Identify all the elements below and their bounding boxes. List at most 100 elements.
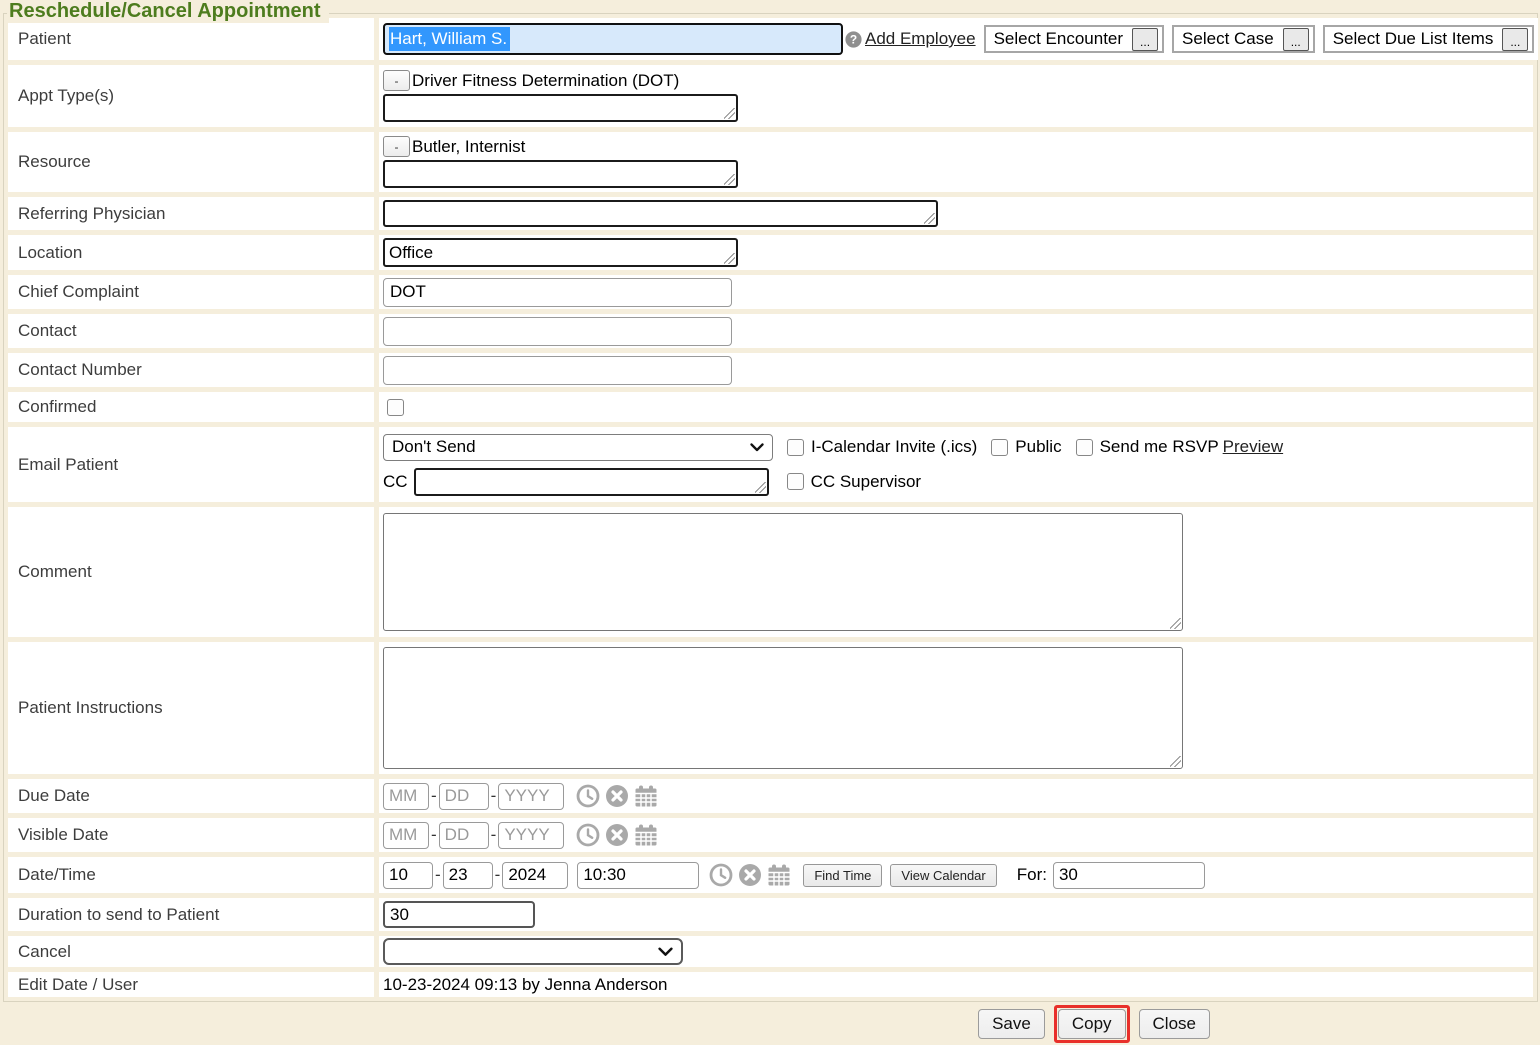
due-date-month-input[interactable] [383, 783, 429, 810]
select-due-list-items-box[interactable]: Select Due List Items ... [1323, 25, 1535, 53]
patient-row: Patient Hart, William S. ? Add Employee … [8, 18, 1533, 60]
view-calendar-button[interactable]: View Calendar [890, 864, 996, 887]
chief-complaint-row: Chief Complaint [8, 275, 1533, 309]
select-encounter-ellipsis-button[interactable]: ... [1132, 28, 1158, 51]
location-input[interactable]: Office [383, 238, 738, 267]
resize-grip-icon [924, 213, 935, 224]
help-icon[interactable]: ? [845, 31, 862, 48]
cc-input[interactable] [414, 468, 769, 496]
contact-row: Contact [8, 314, 1533, 348]
clear-icon[interactable] [605, 823, 629, 847]
clear-icon[interactable] [605, 784, 629, 808]
add-employee-link[interactable]: Add Employee [865, 29, 976, 49]
date-day-input[interactable] [443, 862, 493, 889]
comment-textarea[interactable] [383, 513, 1183, 631]
date-year-input[interactable] [502, 862, 568, 889]
chevron-down-icon [658, 947, 673, 957]
clock-icon[interactable] [576, 823, 600, 847]
save-button[interactable]: Save [978, 1009, 1045, 1039]
send-me-rsvp-label: Send me RSVP [1100, 437, 1219, 457]
select-encounter-box[interactable]: Select Encounter ... [984, 25, 1164, 53]
date-time-row: Date/Time - - Find Time View Calendar Fo… [8, 857, 1533, 893]
date-month-input[interactable] [383, 862, 433, 889]
appt-type-input[interactable] [383, 94, 738, 122]
resize-grip-icon [755, 482, 766, 493]
edit-date-user-row: Edit Date / User 10-23-2024 09:13 by Jen… [8, 972, 1533, 997]
close-button[interactable]: Close [1139, 1009, 1210, 1039]
patient-instructions-textarea[interactable] [383, 647, 1183, 769]
visible-date-month-input[interactable] [383, 822, 429, 849]
copy-button-highlight: Copy [1054, 1005, 1130, 1043]
resource-input[interactable] [383, 160, 738, 188]
date-separator: - [495, 865, 501, 885]
select-due-list-items-ellipsis-button[interactable]: ... [1502, 28, 1528, 51]
find-time-button[interactable]: Find Time [803, 864, 882, 887]
svg-text:?: ? [850, 32, 857, 46]
contact-number-input[interactable] [383, 356, 732, 385]
appt-types-label: Appt Type(s) [8, 65, 374, 127]
due-date-row: Due Date - - [8, 779, 1533, 813]
date-separator: - [435, 865, 441, 885]
contact-label: Contact [8, 314, 374, 348]
preview-link[interactable]: Preview [1223, 437, 1283, 457]
patient-input[interactable]: Hart, William S. [383, 23, 843, 55]
due-date-label: Due Date [8, 779, 374, 813]
chief-complaint-input[interactable] [383, 278, 732, 307]
for-duration-input[interactable] [1053, 862, 1205, 889]
visible-date-year-input[interactable] [498, 822, 564, 849]
patient-label: Patient [8, 18, 374, 60]
select-case-ellipsis-button[interactable]: ... [1283, 28, 1309, 51]
due-date-day-input[interactable] [439, 783, 489, 810]
duration-label: Duration to send to Patient [8, 898, 374, 931]
due-date-year-input[interactable] [498, 783, 564, 810]
resize-grip-icon [1170, 756, 1181, 767]
select-case-label: Select Case [1182, 29, 1274, 49]
public-label: Public [1015, 437, 1061, 457]
confirmed-checkbox[interactable] [387, 399, 404, 416]
resource-row: Resource - Butler, Internist [8, 132, 1533, 192]
date-separator: - [431, 786, 437, 806]
cancel-select[interactable] [383, 938, 683, 965]
confirmed-row: Confirmed [8, 392, 1533, 422]
resize-grip-icon [724, 108, 735, 119]
cancel-row: Cancel [8, 936, 1533, 967]
appt-type-remove-button[interactable]: - [383, 70, 410, 91]
time-input[interactable] [577, 862, 699, 889]
copy-button[interactable]: Copy [1058, 1009, 1126, 1039]
calendar-icon[interactable] [767, 863, 791, 887]
cc-supervisor-checkbox[interactable] [787, 473, 804, 490]
resource-selected: Butler, Internist [412, 137, 525, 157]
edit-date-user-label: Edit Date / User [8, 972, 374, 997]
email-send-selected-option: Don't Send [392, 437, 476, 457]
contact-input[interactable] [383, 317, 732, 346]
chevron-down-icon [750, 443, 764, 452]
comment-row: Comment [8, 507, 1533, 637]
location-row: Location Office [8, 235, 1533, 270]
footer-actions: Save Copy Close [0, 1007, 1210, 1041]
clock-icon[interactable] [576, 784, 600, 808]
referring-physician-row: Referring Physician [8, 197, 1533, 230]
appt-types-row: Appt Type(s) - Driver Fitness Determinat… [8, 65, 1533, 127]
patient-instructions-label: Patient Instructions [8, 642, 374, 774]
contact-number-row: Contact Number [8, 353, 1533, 387]
send-me-rsvp-checkbox[interactable] [1076, 439, 1093, 456]
duration-input[interactable] [383, 901, 535, 928]
referring-physician-input[interactable] [383, 200, 938, 227]
icalendar-invite-checkbox[interactable] [787, 439, 804, 456]
appointment-form: Reschedule/Cancel Appointment Patient Ha… [3, 13, 1538, 1002]
public-checkbox[interactable] [991, 439, 1008, 456]
clock-icon[interactable] [709, 863, 733, 887]
calendar-icon[interactable] [634, 784, 658, 808]
select-encounter-label: Select Encounter [994, 29, 1123, 49]
resource-remove-button[interactable]: - [383, 136, 410, 157]
cc-supervisor-label: CC Supervisor [811, 472, 922, 492]
clear-icon[interactable] [738, 863, 762, 887]
appt-type-selected: Driver Fitness Determination (DOT) [412, 71, 679, 91]
email-send-select[interactable]: Don't Send [383, 434, 773, 461]
page-title: Reschedule/Cancel Appointment [7, 0, 329, 23]
date-separator: - [431, 825, 437, 845]
select-case-box[interactable]: Select Case ... [1172, 25, 1315, 53]
visible-date-day-input[interactable] [439, 822, 489, 849]
calendar-icon[interactable] [634, 823, 658, 847]
resize-grip-icon [724, 174, 735, 185]
